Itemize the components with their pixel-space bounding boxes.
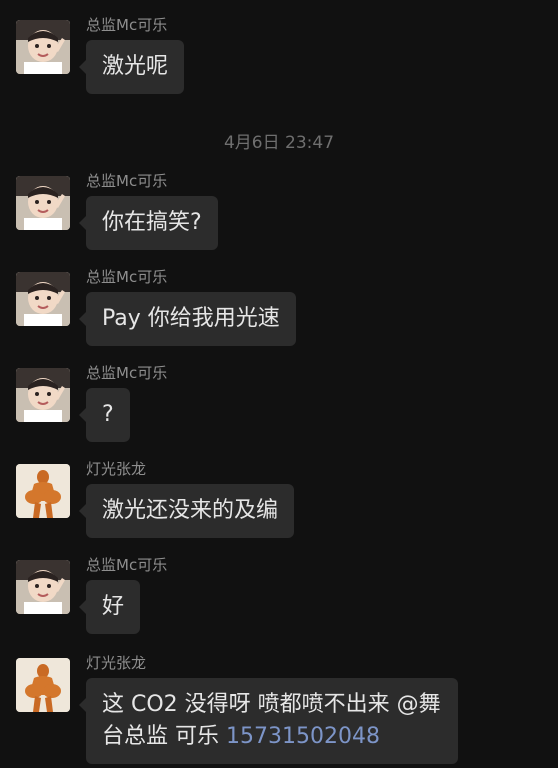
child-photo-avatar-icon <box>16 368 70 422</box>
sender-name: 总监Mc可乐 <box>86 268 168 286</box>
message-bubble[interactable]: 好 <box>78 580 141 634</box>
message-bubble[interactable]: 这 CO2 没得呀 喷都喷不出来 @舞台总监 可乐 15731502048 <box>79 678 458 764</box>
sender-name: 灯光张龙 <box>86 654 147 672</box>
message-item: 总监Mc可乐 激光呢 <box>16 16 548 96</box>
figure-avatar-icon <box>16 464 70 518</box>
message-item: 总监Mc可乐 你在搞笑? <box>16 172 548 252</box>
message-bubble[interactable]: ? <box>79 388 130 442</box>
avatar[interactable] <box>16 658 70 712</box>
sender-name: 总监Mc可乐 <box>86 364 168 382</box>
child-photo-avatar-icon <box>16 20 70 74</box>
avatar[interactable] <box>16 368 70 422</box>
avatar[interactable] <box>16 464 70 518</box>
message-bubble[interactable]: Pay 你给我用光速 <box>79 292 296 346</box>
chat-window: 总监Mc可乐 激光呢 4月6日 23:47 总监Mc可乐 你在搞笑? 总监Mc可… <box>0 0 558 768</box>
phone-number-link[interactable]: 15731502048 <box>226 724 380 749</box>
sender-name: 总监Mc可乐 <box>86 172 168 190</box>
avatar[interactable] <box>16 176 70 230</box>
message-bubble[interactable]: 激光还没来的及编 <box>78 484 295 538</box>
sender-name: 总监Mc可乐 <box>86 556 168 574</box>
sender-name: 总监Mc可乐 <box>86 16 168 34</box>
figure-avatar-icon <box>16 658 70 712</box>
message-bubble[interactable]: 你在搞笑? <box>79 196 218 250</box>
message-item: 总监Mc可乐 好 <box>16 556 548 636</box>
avatar[interactable] <box>16 560 70 614</box>
message-item: 总监Mc可乐 Pay 你给我用光速 <box>16 268 548 348</box>
avatar[interactable] <box>16 20 70 74</box>
message-item: 总监Mc可乐 ? <box>16 364 548 444</box>
message-item: 灯光张龙 这 CO2 没得呀 喷都喷不出来 @舞台总监 可乐 157315020… <box>16 654 548 768</box>
message-item: 灯光张龙 激光还没来的及编 <box>16 460 548 540</box>
scrollbar[interactable] <box>553 0 556 768</box>
avatar[interactable] <box>16 272 70 326</box>
child-photo-avatar-icon <box>16 560 70 614</box>
sender-name: 灯光张龙 <box>86 460 147 478</box>
message-timestamp: 4月6日 23:47 <box>223 133 335 153</box>
child-photo-avatar-icon <box>16 176 70 230</box>
message-bubble[interactable]: 激光呢 <box>78 40 185 94</box>
child-photo-avatar-icon <box>16 272 70 326</box>
